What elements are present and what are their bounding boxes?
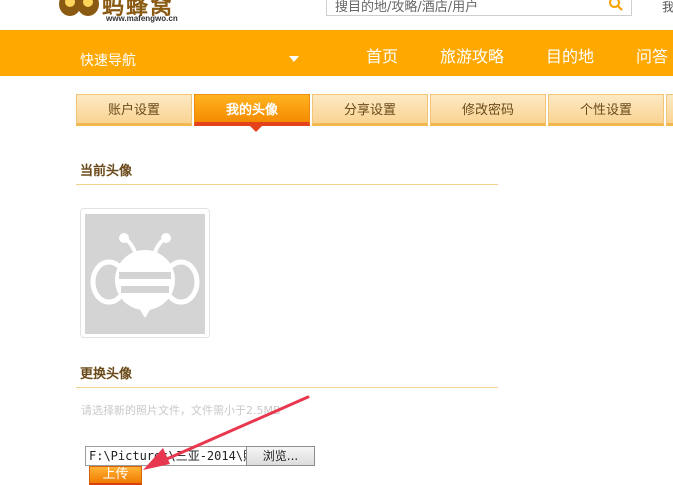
active-tab-pointer (250, 126, 262, 132)
tab-more[interactable] (666, 94, 673, 126)
upload-hint: 请选择新的照片文件，文件需小于2.5MB (81, 404, 281, 417)
nav-link-qa[interactable]: 问答 (636, 43, 668, 67)
search-button[interactable] (601, 0, 632, 16)
bee-avatar-icon (90, 233, 200, 318)
top-bar: 蚂蜂窝 www.mafengwo.cn 搜目的地/攻略/酒店/用户 我 (0, 0, 673, 30)
tab-change-password[interactable]: 修改密码 (430, 94, 546, 126)
file-path-field[interactable]: F:\Pictures\三亚-2014\照 (85, 446, 247, 466)
browse-button[interactable]: 浏览... (246, 446, 315, 466)
change-avatar-title: 更换头像 (80, 367, 133, 382)
tab-personal-settings[interactable]: 个性设置 (548, 94, 664, 126)
logo-mark-icon (59, 0, 99, 16)
tab-share-settings[interactable]: 分享设置 (312, 94, 428, 126)
settings-tabs: 账户设置 我的头像 分享设置 修改密码 个性设置 (76, 94, 673, 126)
current-avatar-title: 当前头像 (80, 164, 133, 179)
search-placeholder: 搜目的地/攻略/酒店/用户 (335, 0, 479, 15)
page: 蚂蜂窝 www.mafengwo.cn 搜目的地/攻略/酒店/用户 我 快速导航… (0, 0, 673, 485)
divider (76, 184, 498, 185)
tab-my-avatar[interactable]: 我的头像 (194, 94, 310, 126)
quick-nav-label[interactable]: 快速导航 (80, 50, 136, 70)
logo-url: www.mafengwo.cn (106, 14, 178, 23)
nav-link-guides[interactable]: 旅游攻略 (440, 43, 504, 67)
top-right-link[interactable]: 我 (662, 0, 673, 15)
site-logo[interactable]: 蚂蜂窝 www.mafengwo.cn (58, 0, 188, 28)
nav-link-destinations[interactable]: 目的地 (546, 43, 594, 67)
search-input[interactable]: 搜目的地/攻略/酒店/用户 (326, 0, 602, 16)
search-icon (609, 0, 623, 11)
divider (76, 387, 498, 388)
upload-button[interactable]: 上传 (89, 466, 142, 485)
chevron-down-icon[interactable] (289, 56, 299, 62)
nav-link-home[interactable]: 首页 (366, 43, 398, 67)
main-nav: 快速导航 首页 旅游攻略 目的地 问答 (0, 30, 673, 76)
tab-account-settings[interactable]: 账户设置 (76, 94, 192, 126)
avatar (85, 214, 205, 334)
avatar-frame (80, 208, 210, 338)
